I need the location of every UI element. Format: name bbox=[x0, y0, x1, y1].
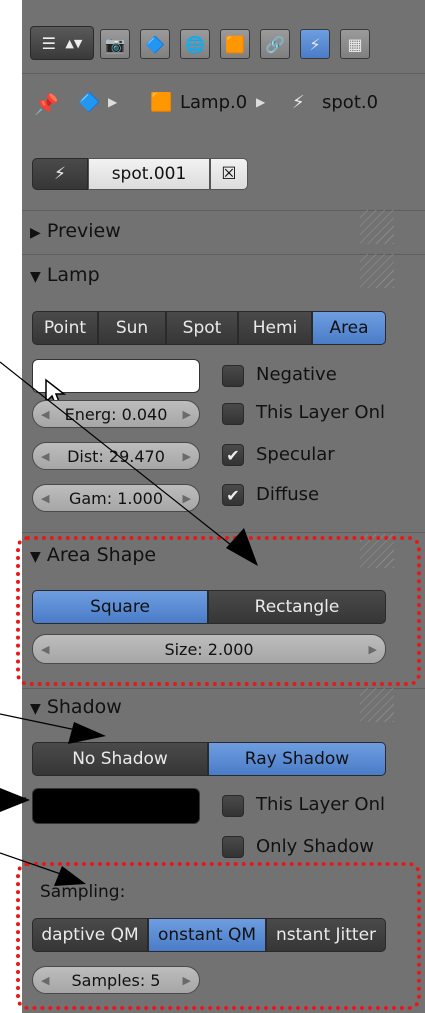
lamp-type-label: Hemi bbox=[252, 318, 298, 338]
lamp-type-label: Area bbox=[329, 318, 369, 338]
increment-icon[interactable]: ▶ bbox=[183, 450, 191, 463]
collapse-arrow-icon: ▼ bbox=[30, 269, 41, 285]
lamp-label: Lamp bbox=[46, 264, 100, 286]
lamp-type-label: Point bbox=[43, 318, 87, 338]
increment-icon[interactable]: ▶ bbox=[183, 408, 191, 421]
diffuse-checkbox[interactable]: ✔ bbox=[222, 484, 244, 506]
chevron-updown-icon: ▲▼ bbox=[65, 36, 83, 50]
distance-value: Dist: 29.470 bbox=[67, 446, 165, 466]
shadow-ray-button[interactable]: Ray Shadow bbox=[208, 742, 386, 776]
shadow-option-label: No Shadow bbox=[72, 749, 168, 769]
this-layer-label: This Layer Onl bbox=[256, 402, 385, 423]
breadcrumb: 📌 🔷 ▶ 🟧 Lamp.0 ▶ ⚡ spot.0 bbox=[30, 90, 425, 120]
shadow-this-layer-label: This Layer Onl bbox=[256, 794, 385, 815]
breadcrumb-sep-icon: ▶ bbox=[256, 95, 266, 109]
shadow-none-button[interactable]: No Shadow bbox=[32, 742, 208, 776]
shadow-option-label: Ray Shadow bbox=[244, 749, 350, 769]
specular-label: Specular bbox=[256, 444, 335, 465]
lamp-small-icon: ⚡ bbox=[292, 92, 305, 113]
lamp-type-area[interactable]: Area bbox=[312, 311, 386, 345]
only-shadow-checkbox[interactable] bbox=[222, 836, 244, 858]
lamp-data-icon[interactable]: ⚡ bbox=[300, 29, 330, 59]
gamma-field[interactable]: ◀ Gam: 1.000 ▶ bbox=[32, 484, 200, 512]
lamp-panel-header[interactable]: ▼ Lamp bbox=[30, 264, 100, 286]
negative-label: Negative bbox=[256, 364, 337, 385]
world-icon[interactable]: 🌐 bbox=[180, 29, 210, 59]
lamp-type-hemi[interactable]: Hemi bbox=[238, 311, 312, 345]
increment-icon[interactable]: ▶ bbox=[183, 492, 191, 505]
texture-icon[interactable]: ▦ bbox=[340, 29, 370, 59]
scene-small-icon: 🔷 bbox=[78, 92, 101, 113]
checkmark-icon: ✔ bbox=[226, 445, 240, 465]
drag-grip-icon[interactable] bbox=[360, 688, 394, 722]
constraints-icon[interactable]: 🔗 bbox=[260, 29, 290, 59]
expand-arrow-icon: ▶ bbox=[30, 225, 41, 241]
diffuse-label: Diffuse bbox=[256, 484, 320, 505]
shadow-this-layer-checkbox[interactable] bbox=[222, 795, 244, 817]
lamp-data-icon: ⚡ bbox=[54, 164, 66, 184]
unlink-button[interactable]: ☒ bbox=[210, 158, 248, 190]
highlight-box-area-shape bbox=[16, 536, 421, 686]
specular-checkbox[interactable]: ✔ bbox=[222, 444, 244, 466]
object-icon[interactable]: 🟧 bbox=[220, 29, 250, 59]
shadow-panel-header[interactable]: ▼ Shadow bbox=[30, 696, 122, 718]
collapse-arrow-icon: ▼ bbox=[30, 701, 41, 717]
decrement-icon[interactable]: ◀ bbox=[41, 492, 49, 505]
pin-icon[interactable]: 📌 bbox=[34, 92, 59, 116]
lamp-type-spot[interactable]: Spot bbox=[166, 311, 238, 345]
shadow-label: Shadow bbox=[46, 696, 122, 718]
editor-type-button[interactable]: ☰ ▲▼ bbox=[30, 26, 94, 60]
editor-type-icon: ☰ bbox=[41, 33, 57, 53]
lamp-type-sun[interactable]: Sun bbox=[98, 311, 166, 345]
breadcrumb-object[interactable]: Lamp.0 bbox=[180, 92, 247, 113]
lamp-name-text: spot.001 bbox=[111, 164, 187, 184]
energy-field[interactable]: ◀ Energ: 0.040 ▶ bbox=[32, 400, 200, 428]
preview-label: Preview bbox=[46, 220, 121, 242]
render-icon[interactable]: 📷 bbox=[100, 29, 130, 59]
close-icon: ☒ bbox=[221, 164, 237, 184]
object-small-icon: 🟧 bbox=[150, 92, 173, 113]
distance-field[interactable]: ◀ Dist: 29.470 ▶ bbox=[32, 442, 200, 470]
breadcrumb-data[interactable]: spot.0 bbox=[322, 92, 378, 113]
lamp-type-label: Sun bbox=[115, 318, 149, 338]
scene-icon[interactable]: 🔷 bbox=[140, 29, 170, 59]
highlight-box-sampling bbox=[16, 862, 421, 1010]
decrement-icon[interactable]: ◀ bbox=[41, 450, 49, 463]
lamp-type-point[interactable]: Point bbox=[32, 311, 98, 345]
drag-grip-icon[interactable] bbox=[360, 210, 394, 244]
shadow-color-swatch[interactable] bbox=[32, 788, 200, 824]
negative-checkbox[interactable] bbox=[222, 365, 244, 387]
gamma-value: Gam: 1.000 bbox=[68, 488, 164, 508]
browse-lamp-button[interactable]: ⚡ bbox=[32, 158, 88, 190]
breadcrumb-sep-icon: ▶ bbox=[108, 95, 118, 109]
lamp-name-field[interactable]: spot.001 bbox=[88, 158, 210, 190]
checkmark-icon: ✔ bbox=[226, 485, 240, 505]
this-layer-checkbox[interactable] bbox=[222, 403, 244, 425]
only-shadow-label: Only Shadow bbox=[256, 836, 374, 857]
lamp-type-label: Spot bbox=[182, 318, 222, 338]
preview-panel-header[interactable]: ▶ Preview bbox=[30, 220, 121, 242]
decrement-icon[interactable]: ◀ bbox=[41, 408, 49, 421]
energy-value: Energ: 0.040 bbox=[64, 404, 168, 424]
divider bbox=[22, 532, 425, 533]
drag-grip-icon[interactable] bbox=[360, 254, 394, 288]
